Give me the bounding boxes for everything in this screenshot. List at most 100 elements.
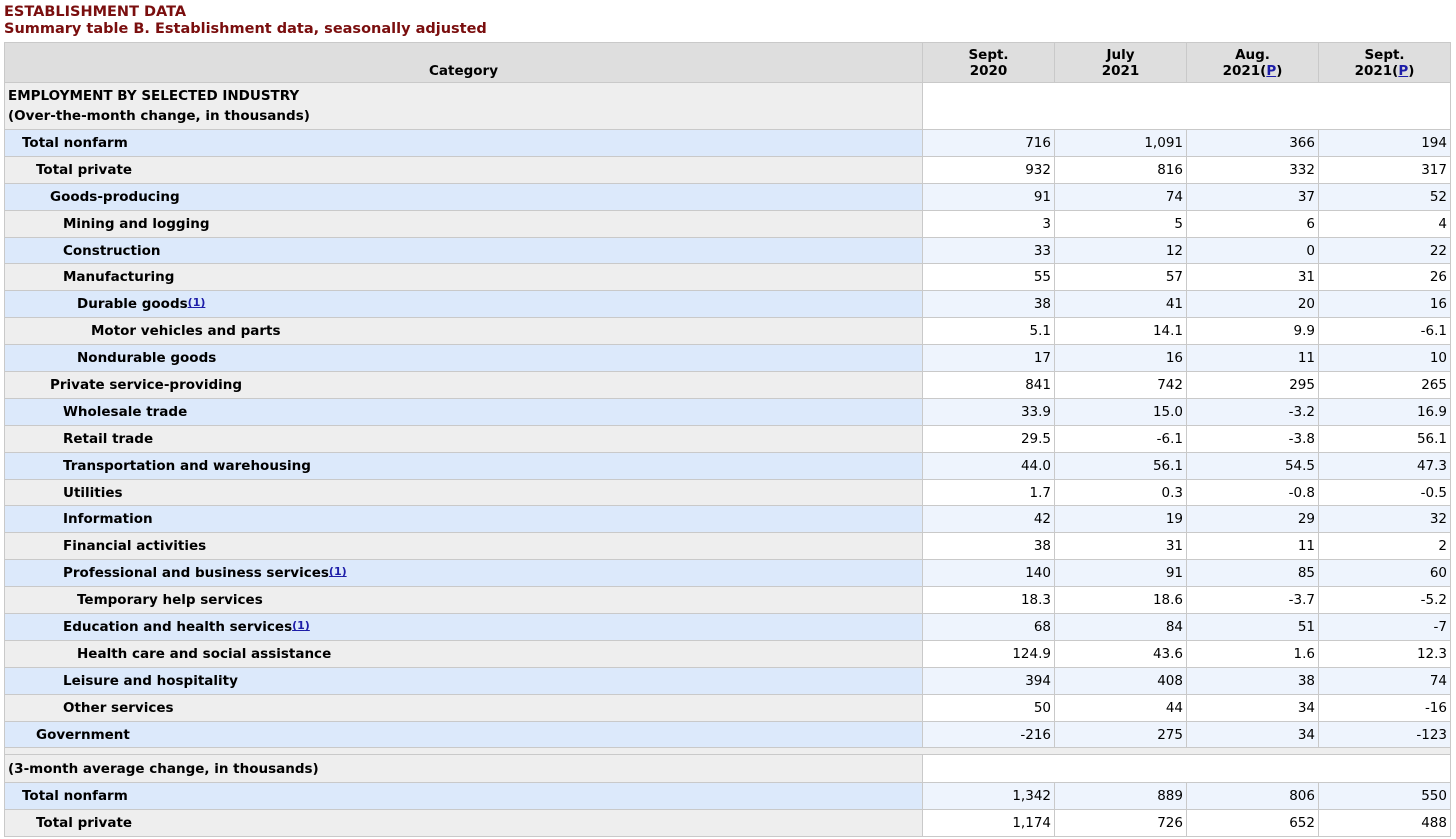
value-cell: 44.0	[922, 451, 1055, 480]
page-heading: ESTABLISHMENT DATA Summary table B. Esta…	[0, 0, 1456, 38]
value-cell: -0.5	[1318, 478, 1451, 507]
table-row: Motor vehicles and parts 5.1 14.1 9.9 -6.1	[4, 317, 1451, 346]
value-cell: 889	[1054, 782, 1187, 811]
row-label-text: Other services	[63, 699, 174, 716]
value-cell: 0	[1186, 236, 1319, 265]
value-cell: 17	[922, 344, 1055, 373]
value-cell: -5.2	[1318, 586, 1451, 615]
table-row: Total nonfarm 716 1,091 366 194	[4, 129, 1451, 157]
value-cell: 38	[922, 290, 1055, 319]
value-cell: 1,342	[922, 782, 1055, 811]
value-cell: 726	[1054, 809, 1187, 838]
section-heading-row: EMPLOYMENT BY SELECTED INDUSTRY (Over-the…	[4, 82, 1451, 130]
row-label-text: Health care and social assistance	[77, 645, 332, 662]
value-cell: 11	[1186, 344, 1319, 373]
row-label-temporary-help-services: Temporary help services	[4, 586, 923, 615]
row-label-text: Mining and logging	[63, 215, 210, 232]
row-label-text: Total nonfarm	[22, 134, 128, 151]
value-cell: 57	[1054, 263, 1187, 292]
value-cell: 43.6	[1054, 639, 1187, 668]
row-label-text: Durable goods	[77, 296, 188, 313]
table-row: Utilities 1.7 0.3 -0.8 -0.5	[4, 478, 1451, 507]
value-cell: 366	[1186, 129, 1319, 157]
table-row: Information 42 19 29 32	[4, 505, 1451, 534]
row-label-text: Government	[36, 726, 130, 743]
value-cell: 33.9	[922, 397, 1055, 426]
value-cell: 2	[1318, 532, 1451, 561]
value-cell: 12.3	[1318, 639, 1451, 668]
value-cell: 742	[1054, 371, 1187, 399]
footnote-link[interactable]: 1	[297, 619, 305, 632]
value-cell: 54.5	[1186, 451, 1319, 480]
table-row: Government -216 275 34 -123	[4, 720, 1451, 749]
value-cell: -6.1	[1318, 317, 1451, 346]
value-cell: 550	[1318, 782, 1451, 811]
value-cell: 56.1	[1318, 424, 1451, 453]
value-cell: 11	[1186, 532, 1319, 561]
row-label-text: Professional and business services	[63, 565, 329, 582]
row-label-wholesale-trade: Wholesale trade	[4, 397, 923, 426]
table-row: Total nonfarm 1,342 889 806 550	[4, 782, 1451, 811]
row-label-total-nonfarm: Total nonfarm	[4, 129, 923, 157]
value-cell: 84	[1054, 613, 1187, 641]
category-header: Category	[4, 42, 923, 83]
value-cell: 44	[1054, 693, 1187, 722]
value-cell: -216	[922, 720, 1055, 749]
row-label-text: Retail trade	[63, 430, 154, 447]
row-label-construction: Construction	[4, 236, 923, 265]
blank-cell	[922, 82, 1451, 130]
footnote-link[interactable]: 1	[334, 565, 342, 578]
section-heading-row: (3-month average change, in thousands)	[4, 754, 1451, 784]
value-cell: 265	[1318, 371, 1451, 399]
row-label-transportation-and-warehousing: Transportation and warehousing	[4, 451, 923, 480]
establishment-data-table: Category Sept. 2020 July 2021 Aug. 2021(P) …	[4, 42, 1451, 838]
value-cell: 1,091	[1054, 129, 1187, 157]
table-row: Construction 33 12 0 22	[4, 236, 1451, 265]
value-cell: 47.3	[1318, 451, 1451, 480]
value-cell: 29.5	[922, 424, 1055, 453]
value-cell: -3.8	[1186, 424, 1319, 453]
value-cell: 56.1	[1054, 451, 1187, 480]
table-row: Total private 1,174 726 652 488	[4, 809, 1451, 838]
value-cell: 51	[1186, 613, 1319, 641]
footnote-link[interactable]: 1	[193, 296, 201, 309]
table-row: Durable goods(1) 38 41 20 16	[4, 290, 1451, 319]
header-row: Category Sept. 2020 July 2021 Aug. 2021(P) …	[4, 42, 1451, 83]
value-cell: 31	[1186, 263, 1319, 292]
value-cell: 932	[922, 155, 1055, 184]
table-row: Nondurable goods 17 16 11 10	[4, 344, 1451, 373]
row-label-information: Information	[4, 505, 923, 534]
table-row: Education and health services(1) 68 84 51 -7	[4, 613, 1451, 641]
value-cell: 32	[1318, 505, 1451, 534]
value-cell: 408	[1054, 666, 1187, 695]
row-label-total-private: Total private	[4, 809, 923, 838]
value-cell: 18.3	[922, 586, 1055, 615]
table-row: Leisure and hospitality 394 408 38 74	[4, 666, 1451, 695]
row-label-text: Motor vehicles and parts	[91, 323, 281, 340]
row-label-total-nonfarm: Total nonfarm	[4, 782, 923, 811]
value-cell: 1.6	[1186, 639, 1319, 668]
row-label-professional-and-business-services: Professional and business services(1)	[4, 559, 923, 588]
value-cell: 295	[1186, 371, 1319, 399]
value-cell: 33	[922, 236, 1055, 265]
value-cell: 1.7	[922, 478, 1055, 507]
row-label-government: Government	[4, 720, 923, 749]
row-label-text: Utilities	[63, 484, 123, 501]
row-label-goods-producing: Goods-producing	[4, 182, 923, 211]
value-cell: 3	[922, 209, 1055, 238]
value-cell: 20	[1186, 290, 1319, 319]
row-label-other-services: Other services	[4, 693, 923, 722]
value-cell: 38	[1186, 666, 1319, 695]
preliminary-footnote-link[interactable]: P	[1398, 63, 1408, 79]
col-header-sept-2021: Sept. 2021(P)	[1318, 42, 1451, 83]
value-cell: -123	[1318, 720, 1451, 749]
table-row: Professional and business services(1) 140…	[4, 559, 1451, 588]
value-cell: 34	[1186, 693, 1319, 722]
blank-cell	[922, 754, 1451, 784]
row-label-text: Financial activities	[63, 538, 207, 555]
row-label-text: Total private	[36, 815, 133, 832]
preliminary-footnote-link[interactable]: P	[1266, 63, 1276, 79]
table-row: Wholesale trade 33.9 15.0 -3.2 16.9	[4, 397, 1451, 426]
value-cell: 12	[1054, 236, 1187, 265]
row-label-leisure-and-hospitality: Leisure and hospitality	[4, 666, 923, 695]
